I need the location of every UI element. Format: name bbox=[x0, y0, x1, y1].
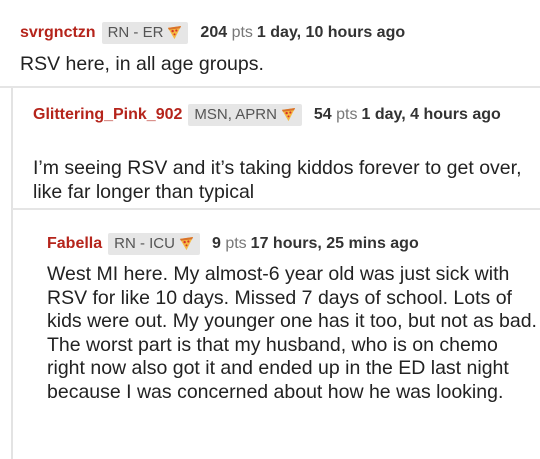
username[interactable]: svrgnctzn bbox=[20, 24, 96, 41]
comment-body: RSV here, in all age groups. bbox=[20, 53, 264, 75]
user-flair: MSN, APRN bbox=[188, 104, 302, 126]
pizza-icon bbox=[281, 107, 295, 122]
divider bbox=[0, 86, 540, 88]
flair-text: MSN, APRN bbox=[194, 106, 277, 123]
pizza-icon bbox=[179, 236, 194, 251]
comment-meta: svrgnctzn RN - ER 204 pts 1 day, 10 hours a… bbox=[20, 22, 405, 44]
divider bbox=[12, 208, 540, 210]
comment-body: West MI here. My almost-6 year old was j… bbox=[47, 263, 537, 403]
username[interactable]: Glittering_Pink_902 bbox=[33, 106, 182, 123]
points: 54 pts bbox=[313, 106, 358, 123]
flair-text: RN - ER bbox=[107, 24, 164, 41]
comment-meta: Glittering_Pink_902 MSN, APRN 54 pts 1 day,… bbox=[33, 104, 533, 126]
timestamp: 1 day, 4 hours ago bbox=[361, 106, 501, 123]
comment-meta: Fabella RN - ICU 9 pts 17 hours, 25 mins ag… bbox=[47, 233, 419, 255]
user-flair: RN - ER bbox=[101, 22, 189, 44]
points: 9 pts bbox=[211, 235, 247, 252]
timestamp: 17 hours, 25 mins ago bbox=[250, 235, 419, 252]
timestamp: 1 day, 10 hours ago bbox=[256, 24, 406, 41]
points: 204 pts bbox=[200, 24, 253, 41]
comment-body: I’m seeing RSV and it’s taking kiddos fo… bbox=[33, 157, 522, 203]
flair-text: RN - ICU bbox=[114, 235, 175, 252]
username[interactable]: Fabella bbox=[47, 235, 102, 252]
user-flair: RN - ICU bbox=[108, 233, 200, 255]
thread-line bbox=[11, 88, 13, 459]
pizza-icon bbox=[168, 25, 182, 40]
